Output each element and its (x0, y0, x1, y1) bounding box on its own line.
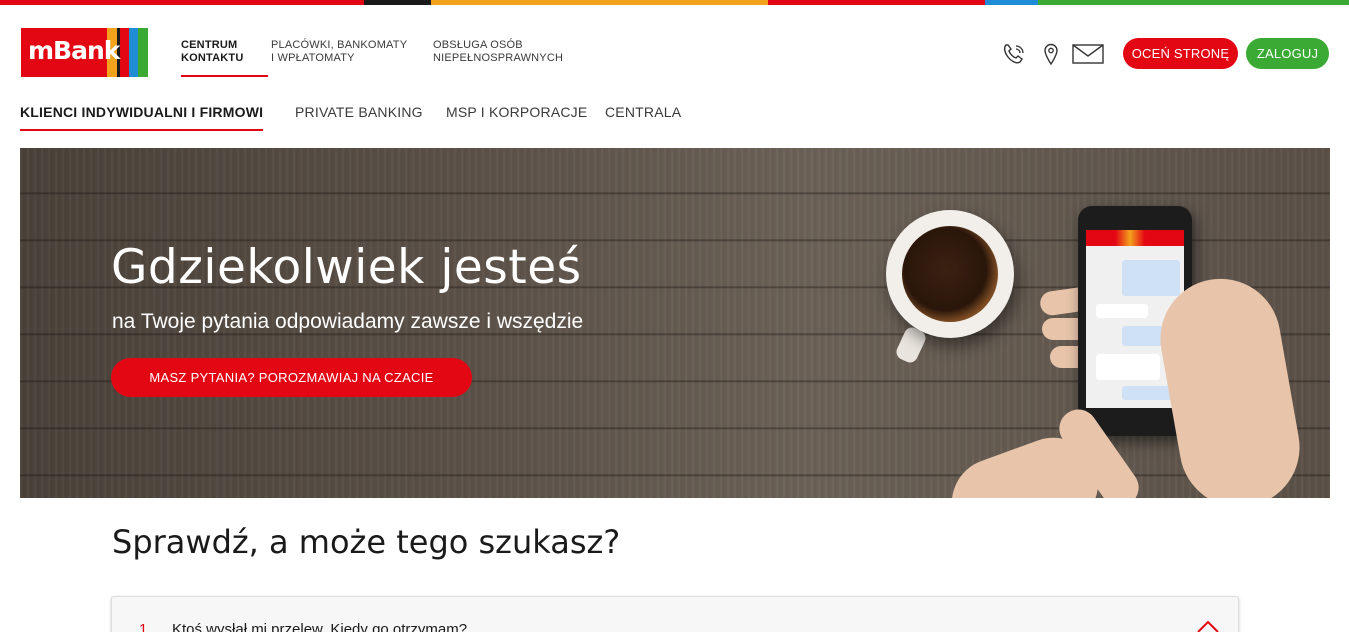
toplink-line1: CENTRUM (181, 39, 238, 51)
envelope-icon[interactable] (1072, 44, 1104, 64)
faq-item[interactable]: 1 Ktoś wysłał mi przelew. Kiedy go otrzy… (111, 596, 1239, 632)
phone-icon[interactable] (1002, 42, 1028, 66)
rate-page-button[interactable]: OCEŃ STRONĘ (1123, 38, 1238, 69)
chat-bubble (1096, 354, 1160, 380)
site-header: mBank CENTRUM KONTAKTU PLACÓWKI, BANKOMA… (0, 5, 1349, 90)
coffee-cup-image (886, 210, 1014, 338)
toplink-line1: PLACÓWKI, BANKOMATY (271, 39, 408, 51)
nav-item-individual-clients[interactable]: KLIENCI INDYWIDUALNI I FIRMOWI (20, 104, 263, 120)
hero-title: Gdziekolwiek jesteś (111, 240, 582, 295)
toplink-line1: OBSŁUGA OSÓB (433, 39, 523, 51)
login-button[interactable]: ZALOGUJ (1246, 38, 1329, 69)
faq-question: Ktoś wysłał mi przelew. Kiedy go otrzyma… (172, 621, 468, 632)
nav-item-sme-corporate[interactable]: MSP I KORPORACJE (446, 104, 587, 120)
location-pin-icon[interactable] (1043, 42, 1059, 66)
chat-cta-button[interactable]: MASZ PYTANIA? POROZMAWIAJ NA CZACIE (111, 358, 472, 397)
section-title: Sprawdź, a może tego szukasz? (112, 523, 621, 561)
logo-text: mBank (28, 36, 120, 65)
chat-app-bar (1086, 230, 1184, 246)
mbank-logo[interactable]: mBank (21, 28, 148, 77)
toplink-line2: I WPŁATOMATY (271, 52, 355, 64)
hero-banner: Gdziekolwiek jesteś na Twoje pytania odp… (20, 148, 1330, 498)
chat-bubble (1122, 260, 1180, 296)
nav-active-underline (20, 129, 263, 131)
hero-subtitle: na Twoje pytania odpowiadamy zawsze i ws… (112, 310, 584, 333)
toplink-branches-atms[interactable]: PLACÓWKI, BANKOMATY I WPŁATOMATY (271, 39, 411, 65)
toplink-contact-center[interactable]: CENTRUM KONTAKTU (181, 39, 268, 77)
nav-item-private-banking[interactable]: PRIVATE BANKING (295, 104, 423, 120)
nav-item-headquarters[interactable]: CENTRALA (605, 104, 681, 120)
toplink-active-underline (181, 75, 268, 77)
toplink-line2: NIEPEŁNOSPRAWNYCH (433, 52, 564, 64)
coffee (902, 226, 998, 322)
toplink-line2: KONTAKTU (181, 52, 244, 64)
faq-number: 1 (139, 621, 148, 632)
chat-bubble (1096, 304, 1148, 318)
toplink-accessibility[interactable]: OBSŁUGA OSÓB NIEPEŁNOSPRAWNYCH (433, 39, 573, 65)
chevron-up-icon[interactable] (1197, 621, 1219, 632)
hand-palm (1150, 269, 1310, 498)
